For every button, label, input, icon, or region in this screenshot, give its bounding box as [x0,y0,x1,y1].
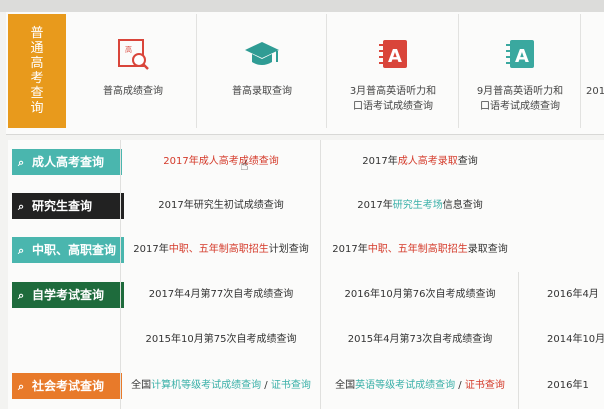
row-category-label[interactable]: ⌕ 中职、高职查询 [12,237,124,263]
table-row: ⌕ 自学考试查询 2017年4月第77次自考成绩查询 2016年10月第76次自考成绩… [8,272,604,319]
search-icon: ⌕ [18,200,25,213]
query-link-text: 中职、五年制高职招生 [168,244,269,255]
query-link[interactable]: 2017年4月第77次自考成绩查询 [120,272,321,318]
screen: 普通高考查询 高 普高成绩查询 普高录取查询 A 3月普高英语听力和 口语考试成… [0,0,604,409]
tile-title: 9月普高英语听力和 口语考试成绩查询 [460,84,580,114]
query-link-text: 2016年1 [547,380,589,391]
row-category-text: 中职、高职查询 [32,243,117,257]
query-link-text: / [455,380,465,391]
tile-partial[interactable]: 201 [582,14,604,128]
tile-title-line: 口语考试成绩查询 [353,101,433,112]
query-link-text: 计算机等级考试成绩查询 [151,380,262,391]
row-category-label[interactable]: ⌕ 研究生查询 [12,193,124,219]
table-row: ⌕ 社会考试查询 全国计算机等级考试成绩查询 / 证书查询 全国英语等级考试成绩查询 … [8,362,604,409]
query-link-text: 证书查询 [464,380,505,391]
row-category-text: 成人高考查询 [32,155,105,169]
query-link-text: 查询 [457,156,478,167]
query-link[interactable]: 2016年10月第76次自考成绩查询 [320,272,519,318]
query-link-text: 2016年4月 [547,289,599,300]
query-link-text: 2016年10月第76次自考成绩查询 [344,289,496,300]
query-link-text: 2017年 [357,200,393,211]
row-category-label[interactable]: ⌕ 社会考试查询 [12,373,122,399]
tile-title: 普高录取查询 [232,86,292,97]
table-row: 2015年10月第75次自考成绩查询 2015年4月第73次自考成绩查询 2014年… [8,318,604,363]
query-link[interactable]: 2017年成人高考成绩查询 [120,140,321,184]
query-link[interactable]: 2017年中职、五年制高职招生录取查询 [320,228,519,272]
query-link-text: 全国 [131,380,152,391]
search-icon: ⌕ [18,244,25,257]
category-label-char: 询 [30,101,44,116]
query-link[interactable]: 2017年中职、五年制高职招生计划查询 [120,228,321,272]
tile-title: 201 [586,86,604,97]
search-icon: ⌕ [18,289,25,302]
search-icon: ⌕ [18,380,25,393]
tile-title: 普高成绩查询 [103,86,163,97]
tile-admission-query[interactable]: 普高录取查询 [198,14,327,128]
query-link-text: 成人高考录取 [397,156,458,167]
tile-title: 3月普高英语听力和 口语考试成绩查询 [328,84,458,114]
query-link-text: 2017年研究生初试成绩查询 [158,200,284,211]
row-category-text: 研究生查询 [32,199,93,213]
category-label-char: 普 [30,26,44,41]
query-link[interactable]: 2017年研究生初试成绩查询 [120,184,321,228]
category-label-char: 查 [30,86,44,101]
category-label-char: 高 [30,56,44,71]
category-label-char: 通 [30,41,44,56]
graduation-cap-icon [243,38,281,74]
svg-text:高: 高 [125,45,132,54]
query-link-text: 研究生考场 [392,200,443,211]
query-link-text: 中职、五年制高职招生 [367,244,468,255]
search-score-icon: 高 [115,38,151,76]
query-link-text: 2015年10月第75次自考成绩查询 [145,334,297,345]
table-row: ⌕ 研究生查询 2017年研究生初试成绩查询 2017年研究生考场信息查询 [8,184,604,229]
query-link[interactable]: 全国计算机等级考试成绩查询 / 证书查询 [120,362,321,409]
svg-text:A: A [515,46,529,67]
svg-text:A: A [388,46,402,67]
query-link-text: 信息查询 [442,200,483,211]
tile-sept-english-query[interactable]: A 9月普高英语听力和 口语考试成绩查询 [460,14,581,128]
query-link-text: 2014年10月 [547,334,604,345]
query-link-text: 录取查询 [467,244,508,255]
query-link-text: 计划查询 [268,244,309,255]
query-link-text: 全国 [335,380,356,391]
query-link[interactable]: 2015年4月第73次自考成绩查询 [320,318,519,362]
tile-title-line: 口语考试成绩查询 [480,101,560,112]
table-row: ⌕ 成人高考查询 2017年成人高考成绩查询 2017年成人高考录取查询 [8,140,604,185]
query-link-text: 2017年4月第77次自考成绩查询 [148,289,294,300]
row-category-text: 社会考试查询 [32,379,105,393]
row-category-label[interactable]: ⌕ 自学考试查询 [12,282,124,308]
query-link-text: 英语等级考试成绩查询 [355,380,456,391]
category-label-char: 考 [30,71,44,86]
query-link-text: 2017年 [332,244,368,255]
query-link[interactable]: 2017年研究生考场信息查询 [320,184,519,228]
mouse-cursor-icon: ☝ [240,158,249,174]
category-label-putong-gaokao: 普通高考查询 [8,14,66,128]
query-link-text: 2015年4月第73次自考成绩查询 [347,334,493,345]
book-a-red-icon: A [375,38,411,76]
query-link-text: 证书查询 [270,380,311,391]
search-icon: ⌕ [18,156,25,169]
tile-title-line: 9月普高英语听力和 [476,86,564,97]
tile-title-line: 3月普高英语听力和 [349,86,437,97]
query-link[interactable]: 2014年10月 [518,318,604,362]
row-category-label[interactable]: ⌕ 成人高考查询 [12,149,122,175]
tile-march-english-query[interactable]: A 3月普高英语听力和 口语考试成绩查询 [328,14,459,128]
tile-score-query[interactable]: 高 普高成绩查询 [70,14,197,128]
query-link[interactable]: 2016年1 [518,362,604,409]
query-link[interactable]: 2015年10月第75次自考成绩查询 [120,318,321,362]
query-link-text: / [261,380,271,391]
query-link[interactable]: 2017年成人高考录取查询 [320,140,519,184]
query-link-text: 2017年 [133,244,169,255]
query-link-text: 2017年 [362,156,398,167]
query-link[interactable]: 全国英语等级考试成绩查询 / 证书查询 [320,362,519,409]
top-strip [0,0,604,12]
query-link-text: 2017年成人高考成绩查询 [163,156,279,167]
row-category-text: 自学考试查询 [32,288,105,302]
table-row: ⌕ 中职、高职查询 2017年中职、五年制高职招生计划查询 2017年中职、五年制高职… [8,228,604,273]
book-a-teal-icon: A [502,38,538,76]
query-link[interactable]: 2016年4月 [518,272,604,318]
